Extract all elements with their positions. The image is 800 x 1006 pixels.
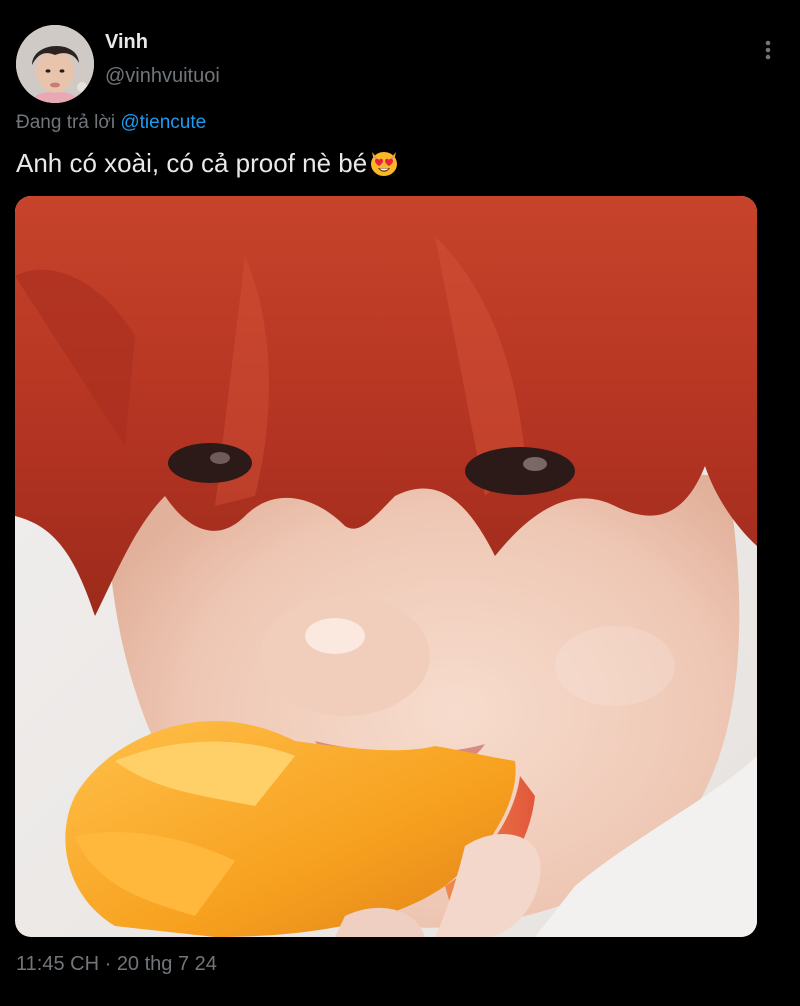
tweet-text: Anh có xoài, có cả proof nè bé	[16, 146, 400, 186]
tweet-photo[interactable]	[15, 196, 757, 937]
replying-to-label: Đang trả lời	[16, 112, 116, 133]
timestamp-separator: ·	[104, 953, 112, 975]
tweet-timestamp: 11:45 CH · 20 thg 7 24	[16, 953, 217, 976]
tweet-date[interactable]: 20 thg 7 24	[117, 953, 217, 975]
user-handle[interactable]: @vinhvuituoi	[105, 65, 220, 88]
replying-to: Đang trả lời @tiencute	[16, 112, 206, 134]
tweet-detail: Vinh @vinhvuituoi Đang trả lời @tiencute…	[0, 0, 800, 1006]
tweet-time[interactable]: 11:45 CH	[16, 953, 99, 975]
tweet-text-content: Anh có xoài, có cả proof nè bé	[16, 148, 368, 178]
more-options-button[interactable]	[752, 34, 784, 66]
avatar[interactable]	[16, 25, 94, 103]
replying-to-mention[interactable]: @tiencute	[120, 112, 206, 133]
user-display-name[interactable]: Vinh	[105, 31, 148, 54]
heart-eyes-cat-emoji	[368, 146, 400, 186]
more-vertical-icon	[765, 40, 771, 60]
